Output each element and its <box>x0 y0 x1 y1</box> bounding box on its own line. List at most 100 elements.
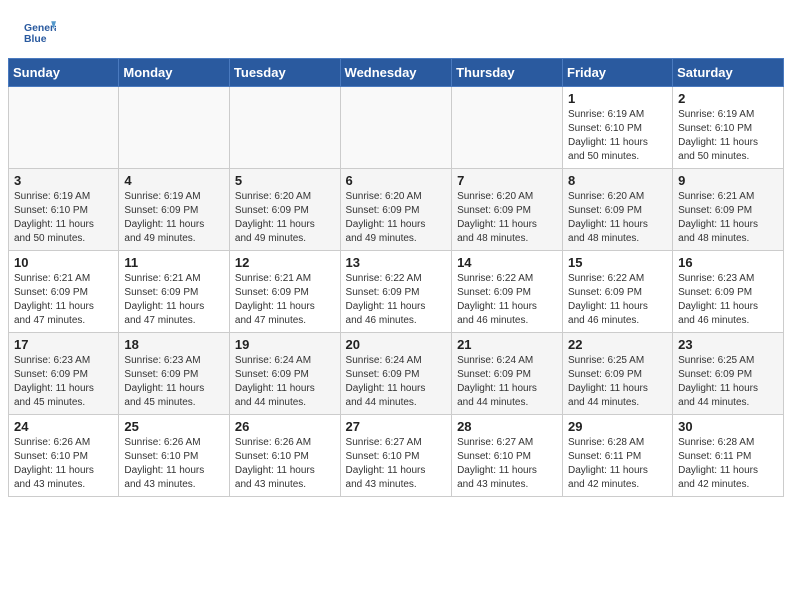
calendar-day-cell: 19 Sunrise: 6:24 AM Sunset: 6:09 PM Dayli… <box>229 333 340 415</box>
calendar-week-row: 1 Sunrise: 6:19 AM Sunset: 6:10 PM Daylig… <box>9 87 784 169</box>
day-info: Sunrise: 6:22 AM Sunset: 6:09 PM Dayligh… <box>457 272 557 328</box>
day-number: 25 <box>124 419 224 434</box>
calendar-day-cell: 17Sunrise: 6:23 AM Sunset: 6:09 PM Dayli… <box>9 333 119 415</box>
day-number: 12 <box>235 255 335 270</box>
day-number: 8 <box>568 173 667 188</box>
day-number: 27 <box>346 419 447 434</box>
calendar-day-cell <box>340 87 452 169</box>
logo-icon: General Blue <box>24 18 56 50</box>
day-info: Sunrise: 6:19 AM Sunset: 6:10 PM Dayligh… <box>14 190 113 246</box>
calendar-wrapper: SundayMondayTuesdayWednesdayThursdayFrid… <box>0 58 792 505</box>
calendar-day-cell <box>229 87 340 169</box>
day-info: Sunrise: 6:22 AM Sunset: 6:09 PM Dayligh… <box>346 272 447 328</box>
calendar-day-cell: 29Sunrise: 6:28 AM Sunset: 6:11 PM Dayli… <box>563 415 673 497</box>
day-number: 19 <box>235 337 335 352</box>
calendar-day-cell: 3 Sunrise: 6:19 AM Sunset: 6:10 PM Daylig… <box>9 169 119 251</box>
calendar-day-cell: 4 Sunrise: 6:19 AM Sunset: 6:09 PM Daylig… <box>119 169 230 251</box>
day-info: Sunrise: 6:19 AM Sunset: 6:10 PM Dayligh… <box>568 108 667 164</box>
calendar-day-cell: 22 Sunrise: 6:25 AM Sunset: 6:09 PM Dayli… <box>563 333 673 415</box>
day-info: Sunrise: 6:28 AM Sunset: 6:11 PM Dayligh… <box>568 436 667 492</box>
day-number: 21 <box>457 337 557 352</box>
day-info: Sunrise: 6:27 AM Sunset: 6:10 PM Dayligh… <box>346 436 447 492</box>
calendar-table: SundayMondayTuesdayWednesdayThursdayFrid… <box>8 58 784 497</box>
day-info: Sunrise: 6:25 AM Sunset: 6:09 PM Dayligh… <box>678 354 778 410</box>
weekday-header-cell: Friday <box>563 59 673 87</box>
day-number: 13 <box>346 255 447 270</box>
day-info: Sunrise: 6:20 AM Sunset: 6:09 PM Dayligh… <box>346 190 447 246</box>
calendar-day-cell: 26 Sunrise: 6:26 AM Sunset: 6:10 PM Dayli… <box>229 415 340 497</box>
calendar-day-cell: 21 Sunrise: 6:24 AM Sunset: 6:09 PM Dayli… <box>452 333 563 415</box>
calendar-day-cell: 15Sunrise: 6:22 AM Sunset: 6:09 PM Dayli… <box>563 251 673 333</box>
day-number: 7 <box>457 173 557 188</box>
day-number: 26 <box>235 419 335 434</box>
svg-text:General: General <box>24 23 56 34</box>
calendar-day-cell: 27 Sunrise: 6:27 AM Sunset: 6:10 PM Dayli… <box>340 415 452 497</box>
calendar-day-cell: 28Sunrise: 6:27 AM Sunset: 6:10 PM Dayli… <box>452 415 563 497</box>
day-number: 9 <box>678 173 778 188</box>
day-number: 2 <box>678 91 778 106</box>
day-number: 22 <box>568 337 667 352</box>
day-number: 18 <box>124 337 224 352</box>
calendar-day-cell: 1 Sunrise: 6:19 AM Sunset: 6:10 PM Daylig… <box>563 87 673 169</box>
calendar-day-cell <box>9 87 119 169</box>
calendar-day-cell: 16 Sunrise: 6:23 AM Sunset: 6:09 PM Dayli… <box>673 251 784 333</box>
day-info: Sunrise: 6:20 AM Sunset: 6:09 PM Dayligh… <box>235 190 335 246</box>
day-number: 3 <box>14 173 113 188</box>
svg-text:Blue: Blue <box>24 34 47 45</box>
calendar-week-row: 24 Sunrise: 6:26 AM Sunset: 6:10 PM Dayli… <box>9 415 784 497</box>
day-number: 10 <box>14 255 113 270</box>
day-number: 14 <box>457 255 557 270</box>
day-info: Sunrise: 6:20 AM Sunset: 6:09 PM Dayligh… <box>568 190 667 246</box>
calendar-week-row: 3 Sunrise: 6:19 AM Sunset: 6:10 PM Daylig… <box>9 169 784 251</box>
day-info: Sunrise: 6:22 AM Sunset: 6:09 PM Dayligh… <box>568 272 667 328</box>
day-info: Sunrise: 6:25 AM Sunset: 6:09 PM Dayligh… <box>568 354 667 410</box>
day-info: Sunrise: 6:23 AM Sunset: 6:09 PM Dayligh… <box>678 272 778 328</box>
calendar-day-cell: 7 Sunrise: 6:20 AM Sunset: 6:09 PM Daylig… <box>452 169 563 251</box>
calendar-day-cell: 30Sunrise: 6:28 AM Sunset: 6:11 PM Dayli… <box>673 415 784 497</box>
calendar-body: 1 Sunrise: 6:19 AM Sunset: 6:10 PM Daylig… <box>9 87 784 497</box>
calendar-week-row: 10 Sunrise: 6:21 AM Sunset: 6:09 PM Dayli… <box>9 251 784 333</box>
calendar-week-row: 17Sunrise: 6:23 AM Sunset: 6:09 PM Dayli… <box>9 333 784 415</box>
day-info: Sunrise: 6:24 AM Sunset: 6:09 PM Dayligh… <box>346 354 447 410</box>
day-number: 1 <box>568 91 667 106</box>
day-info: Sunrise: 6:21 AM Sunset: 6:09 PM Dayligh… <box>235 272 335 328</box>
day-info: Sunrise: 6:26 AM Sunset: 6:10 PM Dayligh… <box>14 436 113 492</box>
weekday-header-cell: Sunday <box>9 59 119 87</box>
calendar-day-cell: 8 Sunrise: 6:20 AM Sunset: 6:09 PM Daylig… <box>563 169 673 251</box>
day-info: Sunrise: 6:21 AM Sunset: 6:09 PM Dayligh… <box>678 190 778 246</box>
day-info: Sunrise: 6:23 AM Sunset: 6:09 PM Dayligh… <box>124 354 224 410</box>
day-number: 11 <box>124 255 224 270</box>
day-info: Sunrise: 6:26 AM Sunset: 6:10 PM Dayligh… <box>235 436 335 492</box>
day-info: Sunrise: 6:21 AM Sunset: 6:09 PM Dayligh… <box>124 272 224 328</box>
day-info: Sunrise: 6:20 AM Sunset: 6:09 PM Dayligh… <box>457 190 557 246</box>
day-info: Sunrise: 6:28 AM Sunset: 6:11 PM Dayligh… <box>678 436 778 492</box>
weekday-header-cell: Thursday <box>452 59 563 87</box>
weekday-header-cell: Wednesday <box>340 59 452 87</box>
calendar-day-cell: 5Sunrise: 6:20 AM Sunset: 6:09 PM Daylig… <box>229 169 340 251</box>
weekday-header-cell: Saturday <box>673 59 784 87</box>
calendar-day-cell <box>119 87 230 169</box>
calendar-day-cell: 6 Sunrise: 6:20 AM Sunset: 6:09 PM Daylig… <box>340 169 452 251</box>
day-info: Sunrise: 6:21 AM Sunset: 6:09 PM Dayligh… <box>14 272 113 328</box>
day-info: Sunrise: 6:24 AM Sunset: 6:09 PM Dayligh… <box>457 354 557 410</box>
calendar-day-cell <box>452 87 563 169</box>
day-number: 23 <box>678 337 778 352</box>
weekday-header-row: SundayMondayTuesdayWednesdayThursdayFrid… <box>9 59 784 87</box>
calendar-day-cell: 9 Sunrise: 6:21 AM Sunset: 6:09 PM Daylig… <box>673 169 784 251</box>
logo: General Blue <box>24 18 60 50</box>
day-info: Sunrise: 6:24 AM Sunset: 6:09 PM Dayligh… <box>235 354 335 410</box>
day-info: Sunrise: 6:27 AM Sunset: 6:10 PM Dayligh… <box>457 436 557 492</box>
day-number: 20 <box>346 337 447 352</box>
day-number: 24 <box>14 419 113 434</box>
day-number: 6 <box>346 173 447 188</box>
day-info: Sunrise: 6:19 AM Sunset: 6:09 PM Dayligh… <box>124 190 224 246</box>
calendar-day-cell: 2 Sunrise: 6:19 AM Sunset: 6:10 PM Daylig… <box>673 87 784 169</box>
day-number: 4 <box>124 173 224 188</box>
day-info: Sunrise: 6:23 AM Sunset: 6:09 PM Dayligh… <box>14 354 113 410</box>
calendar-day-cell: 14 Sunrise: 6:22 AM Sunset: 6:09 PM Dayli… <box>452 251 563 333</box>
calendar-day-cell: 18 Sunrise: 6:23 AM Sunset: 6:09 PM Dayli… <box>119 333 230 415</box>
calendar-day-cell: 12 Sunrise: 6:21 AM Sunset: 6:09 PM Dayli… <box>229 251 340 333</box>
weekday-header-cell: Tuesday <box>229 59 340 87</box>
day-info: Sunrise: 6:19 AM Sunset: 6:10 PM Dayligh… <box>678 108 778 164</box>
day-number: 16 <box>678 255 778 270</box>
